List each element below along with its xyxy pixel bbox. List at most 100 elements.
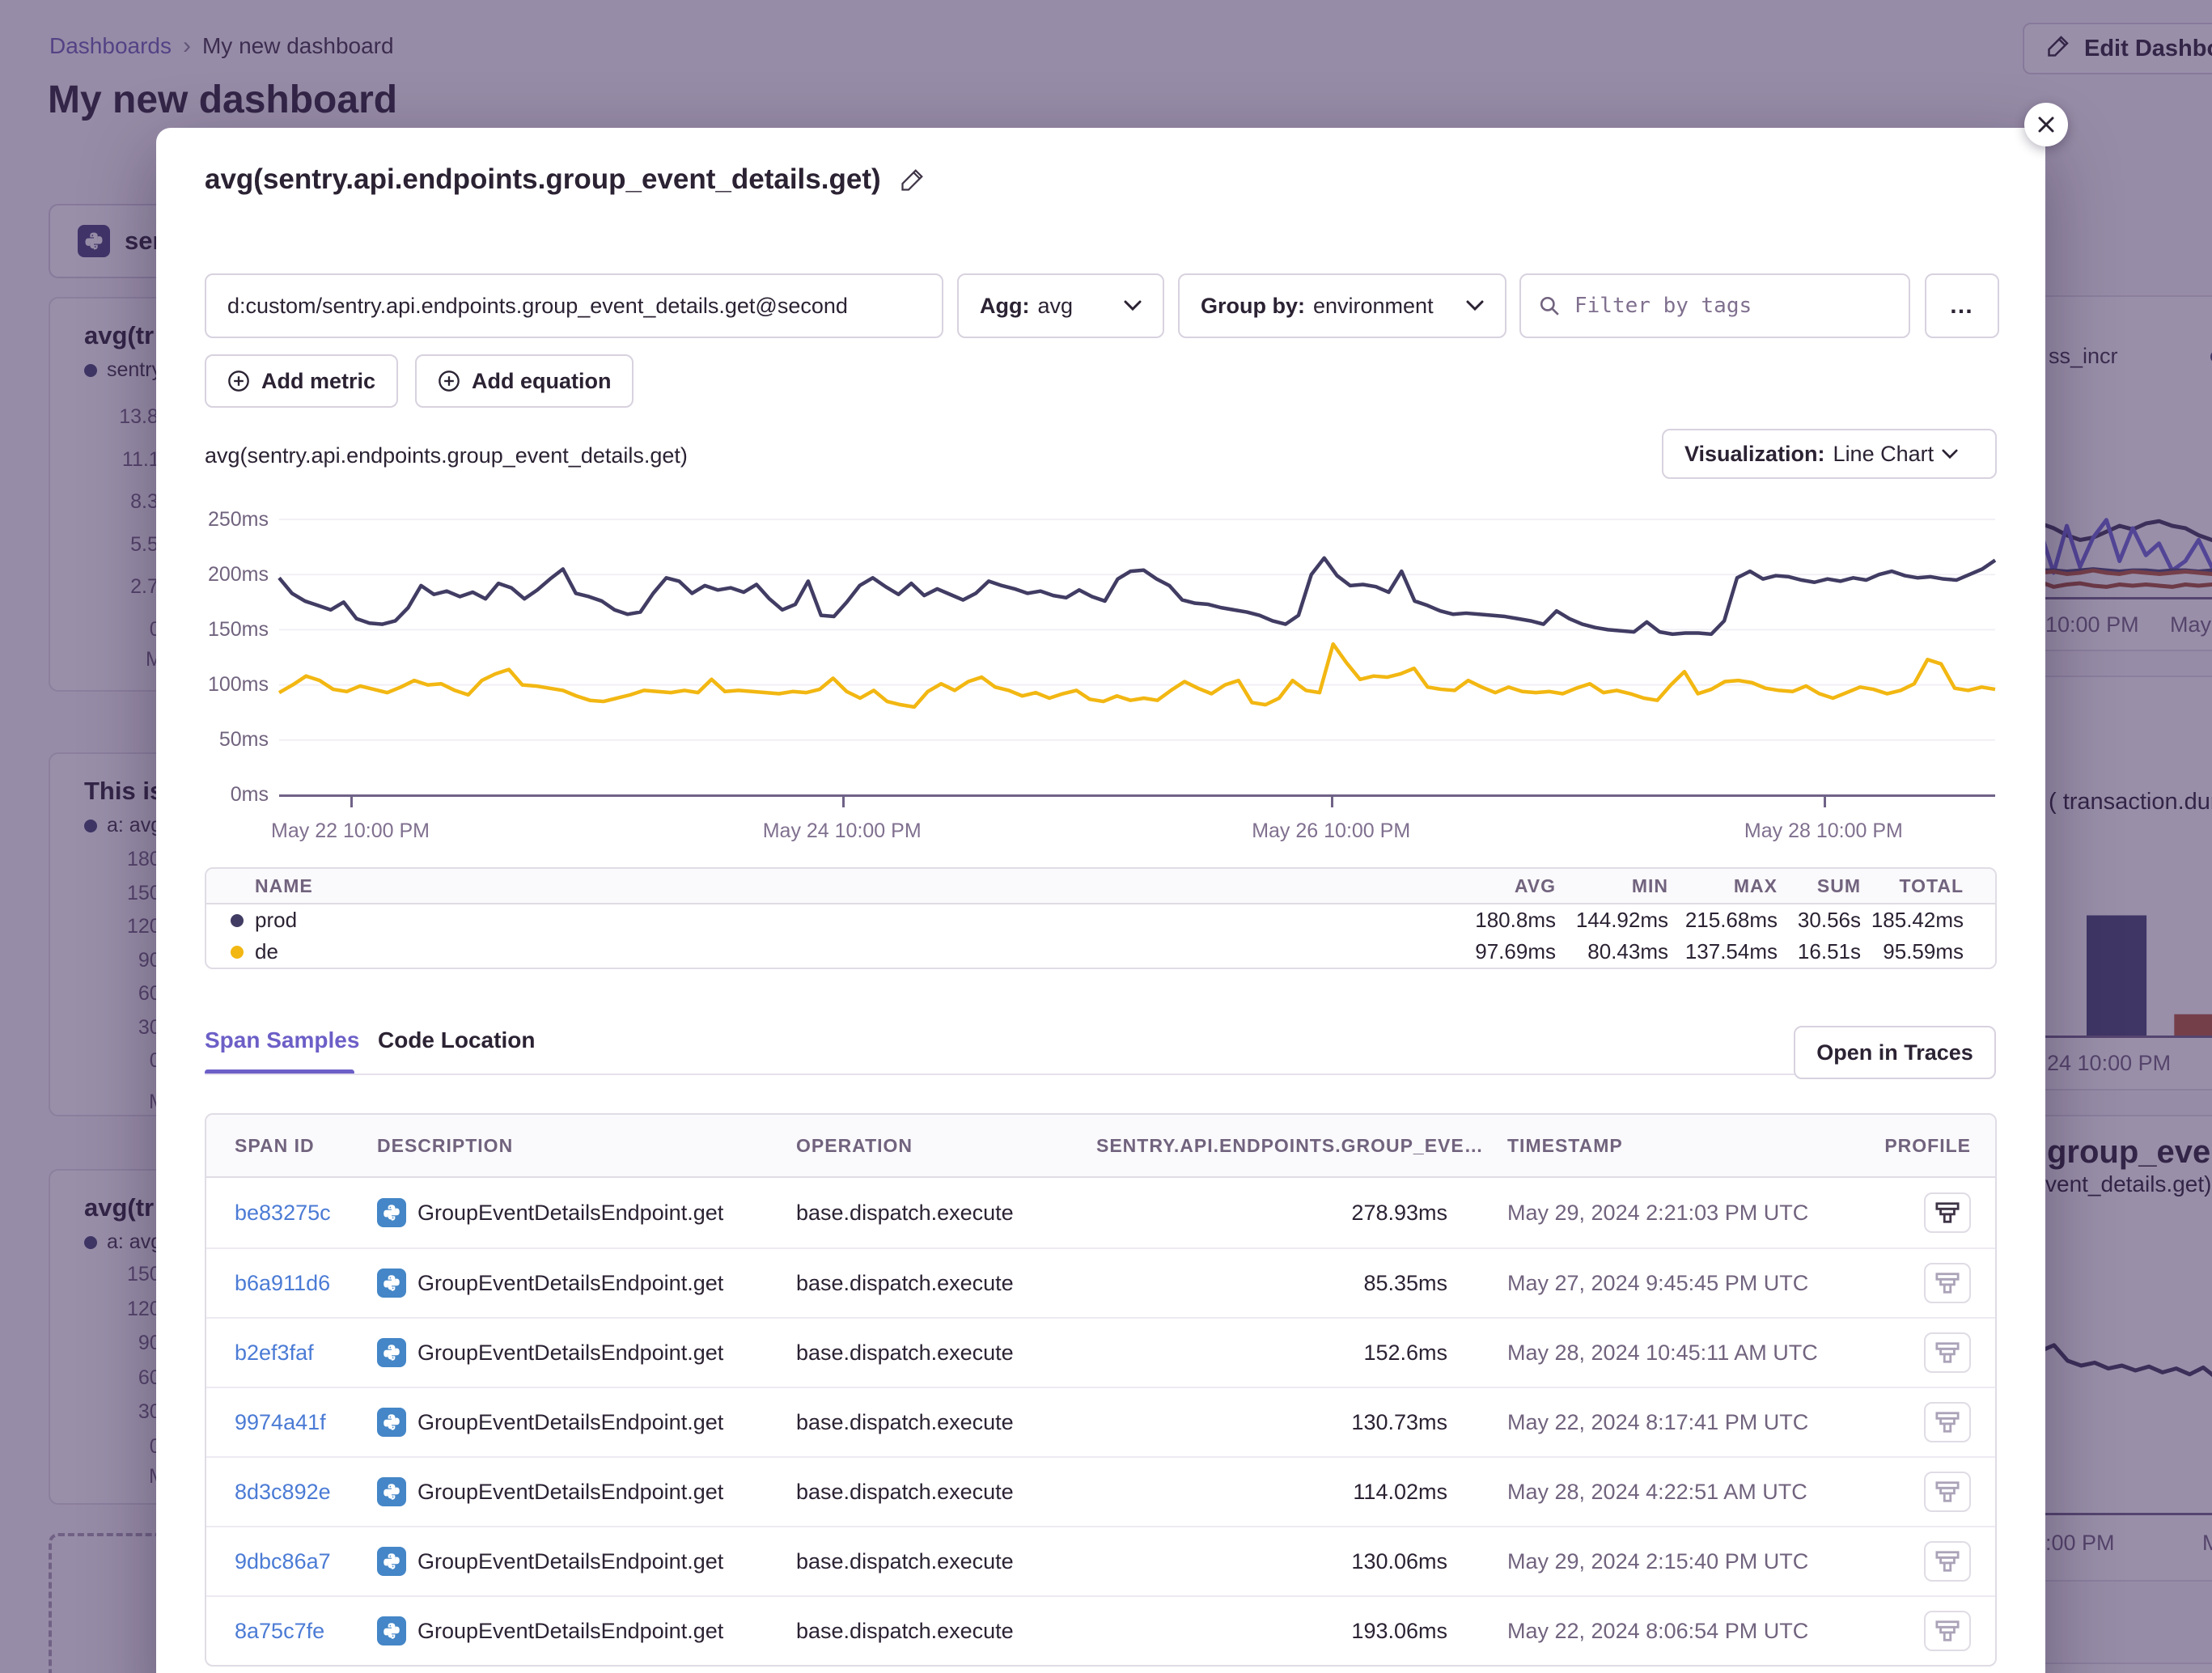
span-id-link[interactable]: 9974a41f [206,1410,377,1435]
modal-close-button[interactable] [2024,103,2068,146]
open-profile-button[interactable] [1924,1263,1971,1303]
span-sample-row-8d3c892e: 8d3c892eGroupEventDetailsEndpoint.getbas… [206,1456,1995,1526]
python-icon [377,1198,406,1227]
visualization-label: Visualization: [1684,442,1825,467]
series-color-dot [231,946,244,959]
samples-header-row: SPAN ID DESCRIPTION OPERATION SENTRY.API… [206,1115,1995,1178]
open-profile-button[interactable] [1924,1192,1971,1233]
series-min: 80.43ms [1556,939,1668,964]
profile-flamegraph-icon [1934,1480,1960,1504]
tab-divider [205,1074,1849,1075]
modal-title-row: avg(sentry.api.endpoints.group_event_det… [205,163,925,196]
span-description: GroupEventDetailsEndpoint.get [377,1616,796,1645]
summary-header-name: NAME [206,875,1451,897]
add-metric-button[interactable]: Add metric [205,354,398,408]
span-timestamp: May 28, 2024 4:22:51 AM UTC [1447,1480,1824,1505]
span-metric-value: 114.02ms [1096,1480,1447,1505]
add-metric-label: Add metric [261,369,375,394]
open-profile-button[interactable] [1924,1611,1971,1651]
open-profile-button[interactable] [1924,1402,1971,1442]
span-id-link[interactable]: be83275c [206,1201,377,1226]
span-description: GroupEventDetailsEndpoint.get [377,1198,796,1227]
span-metric-value: 193.06ms [1096,1619,1447,1644]
tab-code-location[interactable]: Code Location [378,1027,535,1053]
span-id-link[interactable]: 8a75c7fe [206,1619,377,1644]
profile-flamegraph-icon [1934,1549,1960,1573]
series-de [279,644,1995,707]
x-axis-label: May 28 10:00 PM [1744,820,1903,843]
group-by-dropdown[interactable]: Group by: environment [1178,273,1506,338]
python-icon [377,1547,406,1576]
chevron-down-icon [1942,449,1958,460]
span-id-link[interactable]: 8d3c892e [206,1480,377,1505]
x-axis-label: May 22 10:00 PM [271,820,430,843]
span-samples-table: SPAN ID DESCRIPTION OPERATION SENTRY.API… [205,1113,1997,1667]
query-more-options-button[interactable]: … [1925,273,1999,338]
y-axis-label: 50ms [219,728,269,752]
group-by-text: Group by: environment [1201,294,1434,319]
summary-header-avg: AVG [1451,875,1556,897]
summary-row-prod[interactable]: prod180.8ms144.92ms215.68ms30.56s185.42m… [206,904,1995,936]
sample-rows: be83275cGroupEventDetailsEndpoint.getbas… [206,1178,1995,1665]
x-axis-tick [842,797,845,807]
modal-main-chart-svg [279,519,1995,795]
aggregation-dropdown[interactable]: Agg:avg [957,273,1164,338]
python-icon [377,1616,406,1645]
series-name: de [206,939,1451,964]
close-icon [2036,115,2056,134]
ellipsis-icon: … [1949,292,1975,320]
span-id-link[interactable]: b2ef3faf [206,1341,377,1366]
add-equation-button[interactable]: Add equation [415,354,634,408]
span-timestamp: May 27, 2024 9:45:45 PM UTC [1447,1271,1824,1296]
series-avg: 97.69ms [1451,939,1556,964]
visualization-dropdown[interactable]: Visualization: Line Chart [1662,429,1997,479]
summary-rows: prod180.8ms144.92ms215.68ms30.56s185.42m… [206,904,1995,968]
tag-filter-input[interactable] [1573,293,1891,319]
python-icon [377,1477,406,1506]
python-icon [377,1269,406,1298]
span-metric-value: 152.6ms [1096,1341,1447,1366]
span-operation: base.dispatch.execute [796,1201,1096,1226]
group-by-value: environment [1313,294,1434,318]
chart-y-axis: 250ms200ms150ms100ms50ms0ms [156,508,269,807]
open-profile-button[interactable] [1924,1472,1971,1512]
profile-flamegraph-icon [1934,1341,1960,1365]
y-axis-label: 200ms [208,563,269,587]
span-id-link[interactable]: 9dbc86a7 [206,1549,377,1574]
profile-flamegraph-icon [1934,1410,1960,1434]
profile-flamegraph-icon [1934,1271,1960,1295]
samples-header-span-id: SPAN ID [206,1135,377,1157]
python-icon [377,1338,406,1367]
span-metric-value: 85.35ms [1096,1271,1447,1296]
series-name: prod [206,908,1451,933]
summary-row-de[interactable]: de97.69ms80.43ms137.54ms16.51s95.59ms [206,936,1995,968]
group-by-label: Group by: [1201,294,1305,318]
add-equation-label: Add equation [472,369,611,394]
series-sum: 16.51s [1778,939,1861,964]
screen: Dashboards › My new dashboard My new das… [0,0,2212,1673]
span-timestamp: May 22, 2024 8:17:41 PM UTC [1447,1410,1824,1435]
series-prod [279,558,1995,634]
plus-circle-icon [227,370,250,392]
tab-span-samples[interactable]: Span Samples [205,1027,359,1053]
summary-header-min: MIN [1556,875,1668,897]
series-total: 95.59ms [1861,939,1964,964]
span-description: GroupEventDetailsEndpoint.get [377,1477,796,1506]
edit-title-pencil-icon[interactable] [900,167,925,192]
open-in-traces-label: Open in Traces [1816,1040,1973,1065]
span-id-link[interactable]: b6a911d6 [206,1271,377,1296]
python-icon [377,1408,406,1437]
span-operation: base.dispatch.execute [796,1271,1096,1296]
y-axis-label: 250ms [208,508,269,532]
open-in-traces-button[interactable]: Open in Traces [1794,1026,1996,1079]
series-summary-table: NAME AVG MIN MAX SUM TOTAL prod180.8ms14… [205,867,1997,969]
samples-header-operation: OPERATION [796,1135,1096,1157]
x-axis-tick [350,797,353,807]
metric-query-input[interactable] [205,273,943,338]
open-profile-button[interactable] [1924,1332,1971,1373]
metric-details-modal: avg(sentry.api.endpoints.group_event_det… [156,128,2045,1673]
open-profile-button[interactable] [1924,1541,1971,1582]
y-axis-label: 100ms [208,673,269,697]
span-timestamp: May 22, 2024 8:06:54 PM UTC [1447,1619,1824,1644]
span-timestamp: May 29, 2024 2:21:03 PM UTC [1447,1201,1824,1226]
